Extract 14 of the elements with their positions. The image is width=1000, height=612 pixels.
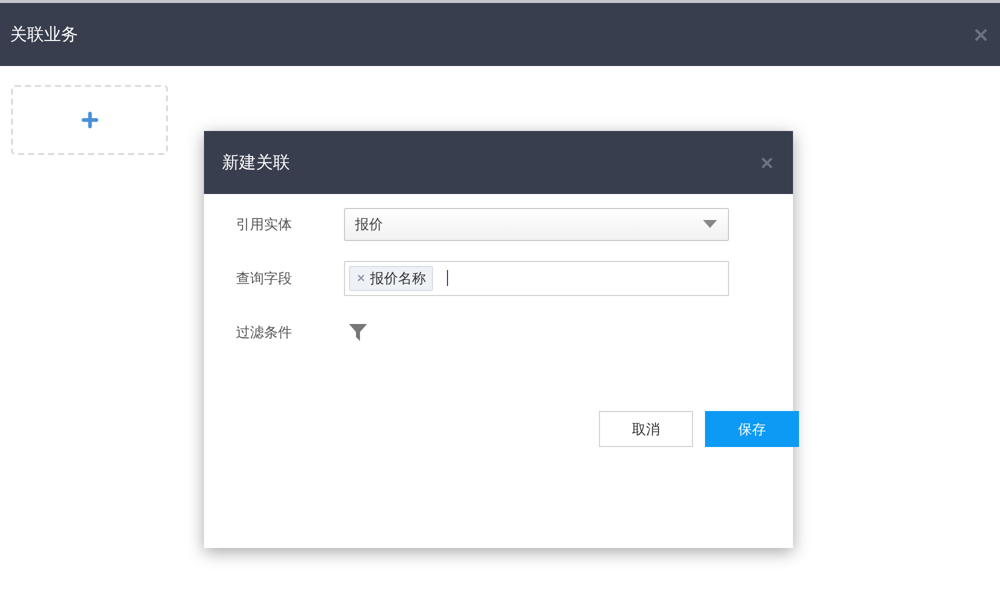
query-field-input[interactable]: 报价名称: [344, 260, 729, 296]
field-label: 引用实体: [235, 214, 293, 234]
field-label: 过滤条件: [235, 322, 293, 342]
cancel-button[interactable]: 取消: [599, 411, 693, 447]
filter-icon[interactable]: [348, 322, 368, 342]
text-cursor: [447, 270, 448, 286]
tag-chip: 报价名称: [349, 266, 433, 290]
add-card[interactable]: [11, 85, 168, 155]
caret-icon: [702, 219, 718, 229]
entity-select[interactable]: 报价: [344, 208, 729, 240]
dialog-title: 新建关联: [222, 152, 290, 174]
remove-icon[interactable]: [356, 273, 366, 283]
field-label: 查询字段: [235, 268, 293, 288]
window-title: 关联业务: [10, 24, 78, 46]
